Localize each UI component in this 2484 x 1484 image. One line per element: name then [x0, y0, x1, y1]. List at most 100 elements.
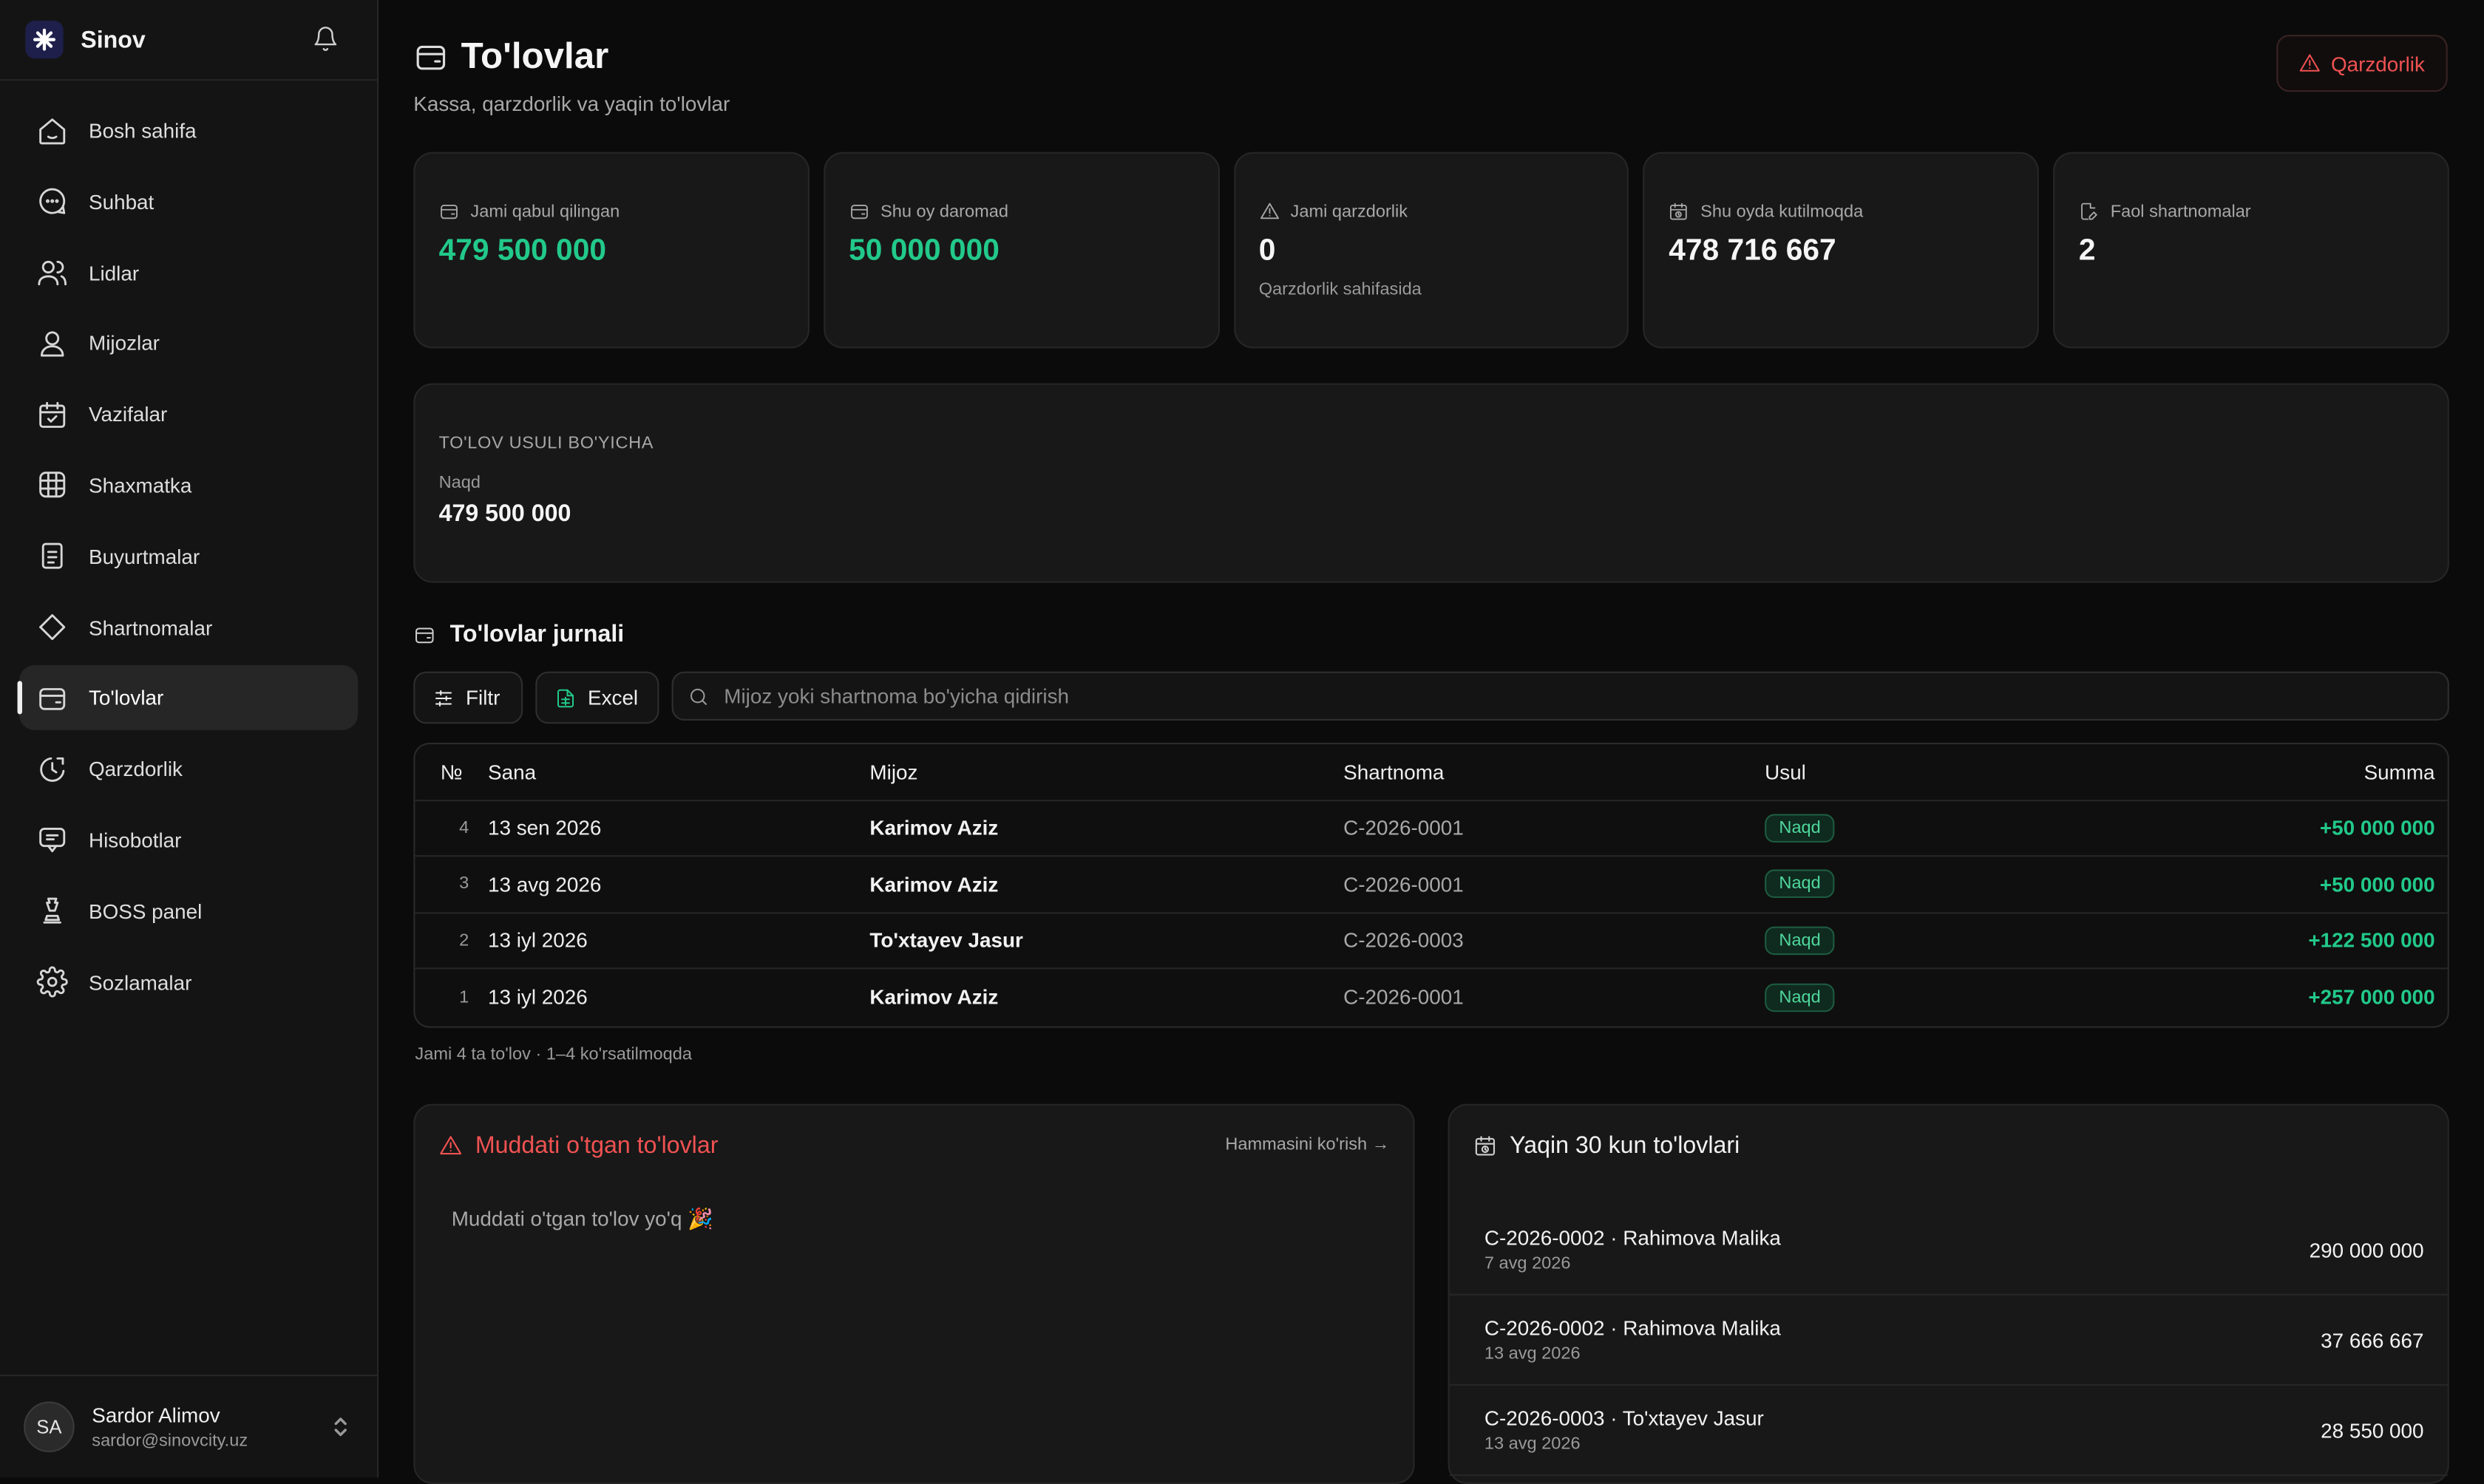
user-menu[interactable]: SA Sardor Alimov sardor@sinovcity.uz	[0, 1375, 377, 1477]
sidebar-item-boss-panel[interactable]: BOSS panel	[19, 879, 359, 944]
page-title: To'lovlar	[461, 35, 609, 78]
search-field[interactable]	[672, 672, 2449, 721]
stat-label: Shu oy daromad	[880, 202, 1008, 221]
wallet-icon	[36, 682, 68, 714]
calendar-clock-icon	[1473, 1134, 1497, 1157]
sidebar-item-label: Sozlamalar	[89, 970, 191, 994]
list-item[interactable]: C-2026-0002 · Rahimova Malika 7 avg 2026…	[1450, 1205, 2448, 1296]
stat-value: 50 000 000	[849, 234, 1218, 269]
sidebar-item-qarzdorlik[interactable]: Qarzdorlik	[19, 737, 359, 802]
row-sum: +50 000 000	[2320, 800, 2435, 855]
journal-title: To'lovlar jurnali	[413, 621, 624, 647]
alert-triangle-icon	[439, 1134, 463, 1157]
table-row[interactable]: 3 13 avg 2026 Karimov Aziz C-2026-0001 N…	[415, 857, 2447, 913]
notifications-button[interactable]	[312, 25, 339, 52]
stat-value: 478 716 667	[1669, 234, 2037, 269]
journal-toolbar: Filtr Excel	[413, 672, 2449, 724]
row-sum: +122 500 000	[2308, 913, 2434, 967]
see-all-link[interactable]: Hammasini ko'rish →	[1225, 1135, 1389, 1154]
stat-card-month-income: Shu oy daromad 50 000 000	[824, 152, 1219, 349]
users-icon	[36, 256, 68, 288]
list-item[interactable]: C-2026-0003 · To'xtayev Jasur 13 avg 202…	[1450, 1386, 2448, 1476]
sidebar-item-tolovlar[interactable]: To'lovlar	[19, 666, 359, 731]
row-sum: +257 000 000	[2308, 969, 2434, 1025]
stat-label: Shu oyda kutilmoqda	[1700, 202, 1863, 221]
gear-icon	[36, 966, 68, 998]
upcoming-list: C-2026-0002 · Rahimova Malika 7 avg 2026…	[1450, 1205, 2448, 1476]
sidebar-item-shaxmatka[interactable]: Shaxmatka	[19, 453, 359, 518]
avatar: SA	[24, 1401, 75, 1452]
alert-triangle-icon	[2299, 52, 2321, 75]
page-header: To'lovlar	[413, 35, 608, 78]
upcoming-item-title: C-2026-0003 · To'xtayev Jasur	[1484, 1406, 1764, 1430]
column-header-client[interactable]: Mijoz	[869, 744, 917, 799]
column-header-date[interactable]: Sana	[488, 744, 536, 799]
sidebar-item-suhbat[interactable]: Suhbat	[19, 169, 359, 234]
stat-value: 0	[1259, 234, 1628, 269]
column-header-no[interactable]: №	[441, 744, 469, 799]
wallet-icon	[413, 39, 448, 74]
column-header-sum[interactable]: Summa	[2364, 744, 2435, 799]
column-header-method[interactable]: Usul	[1765, 744, 1806, 799]
row-number: 2	[441, 913, 469, 967]
empty-state: Muddati o'tgan to'lov yo'q 🎉	[452, 1207, 713, 1232]
table-row[interactable]: 1 13 iyl 2026 Karimov Aziz C-2026-0001 N…	[415, 969, 2447, 1025]
method-badge: Naqd	[1765, 926, 1835, 955]
stat-value: 2	[2079, 234, 2448, 269]
method-value: 479 500 000	[439, 500, 2448, 527]
upcoming-panel: Yaqin 30 kun to'lovlari C-2026-0002 · Ra…	[1448, 1104, 2449, 1484]
sidebar-item-label: Mijozlar	[89, 332, 160, 355]
sidebar-item-buyurtmalar[interactable]: Buyurtmalar	[19, 524, 359, 589]
sliders-icon	[432, 687, 455, 709]
sidebar-item-label: Qarzdorlik	[89, 758, 183, 781]
sidebar-item-lidlar[interactable]: Lidlar	[19, 240, 359, 305]
user-icon	[36, 327, 68, 359]
upcoming-item-date: 7 avg 2026	[1484, 1254, 1571, 1273]
upcoming-item-amount: 37 666 667	[2321, 1329, 2423, 1352]
sidebar-item-hisobotlar[interactable]: Hisobotlar	[19, 808, 359, 873]
stat-label: Faol shartnomalar	[2111, 202, 2251, 221]
method-label: Naqd	[439, 474, 2448, 493]
chat-icon	[36, 186, 68, 217]
sidebar-nav: Bosh sahifa Suhbat Lidlar Mijozlar Vazif…	[19, 98, 359, 1021]
payments-table: № Sana Mijoz Shartnoma Usul Summa 4 13 s…	[413, 743, 2449, 1028]
debt-button-label: Qarzdorlik	[2331, 52, 2425, 75]
excel-button-label: Excel	[588, 686, 638, 709]
debt-button[interactable]: Qarzdorlik	[2276, 35, 2447, 92]
filter-button[interactable]: Filtr	[413, 672, 523, 724]
upcoming-item-title: C-2026-0002 · Rahimova Malika	[1484, 1226, 1781, 1250]
row-contract: C-2026-0001	[1343, 800, 1464, 855]
home-icon	[36, 115, 68, 146]
app-logo[interactable]	[25, 21, 63, 58]
search-input[interactable]	[721, 683, 2311, 709]
sidebar-item-label: BOSS panel	[89, 899, 202, 923]
column-header-contract[interactable]: Shartnoma	[1343, 744, 1444, 799]
stat-cards: Jami qabul qilingan 479 500 000 Shu oy d…	[413, 152, 2449, 349]
sidebar-item-label: Shartnomalar	[89, 616, 212, 639]
excel-button[interactable]: Excel	[535, 672, 659, 724]
search-icon	[688, 685, 710, 707]
filter-button-label: Filtr	[466, 686, 500, 709]
sidebar-item-vazifalar[interactable]: Vazifalar	[19, 382, 359, 447]
message-report-icon	[36, 824, 68, 856]
journal-title-text: To'lovlar jurnali	[450, 621, 625, 647]
table-row[interactable]: 4 13 sen 2026 Karimov Aziz C-2026-0001 N…	[415, 800, 2447, 857]
stat-card-total-debt: Jami qarzdorlik 0 Qarzdorlik sahifasida	[1233, 152, 1629, 349]
upcoming-item-date: 13 avg 2026	[1484, 1344, 1581, 1364]
sidebar-item-label: Vazifalar	[89, 403, 167, 426]
row-client: Karimov Aziz	[869, 969, 998, 1025]
sidebar-item-mijozlar[interactable]: Mijozlar	[19, 311, 359, 376]
calendar-clock-icon	[1669, 201, 1689, 222]
upcoming-title: Yaqin 30 kun to'lovlari	[1510, 1132, 1740, 1159]
stat-label: Jami qarzdorlik	[1291, 202, 1408, 221]
method-badge: Naqd	[1765, 983, 1835, 1012]
method-badge: Naqd	[1765, 814, 1835, 843]
sidebar-item-sozlamalar[interactable]: Sozlamalar	[19, 950, 359, 1015]
list-item[interactable]: C-2026-0002 · Rahimova Malika 13 avg 202…	[1450, 1296, 2448, 1386]
sidebar-item-label: Suhbat	[89, 190, 154, 214]
overdue-panel: Muddati o'tgan to'lovlar Hammasini ko'ri…	[413, 1104, 1414, 1484]
sidebar-item-bosh-sahifa[interactable]: Bosh sahifa	[19, 98, 359, 163]
sidebar-item-shartnomalar[interactable]: Shartnomalar	[19, 595, 359, 660]
row-client: Karimov Aziz	[869, 800, 998, 855]
table-row[interactable]: 2 13 iyl 2026 To'xtayev Jasur C-2026-000…	[415, 913, 2447, 969]
